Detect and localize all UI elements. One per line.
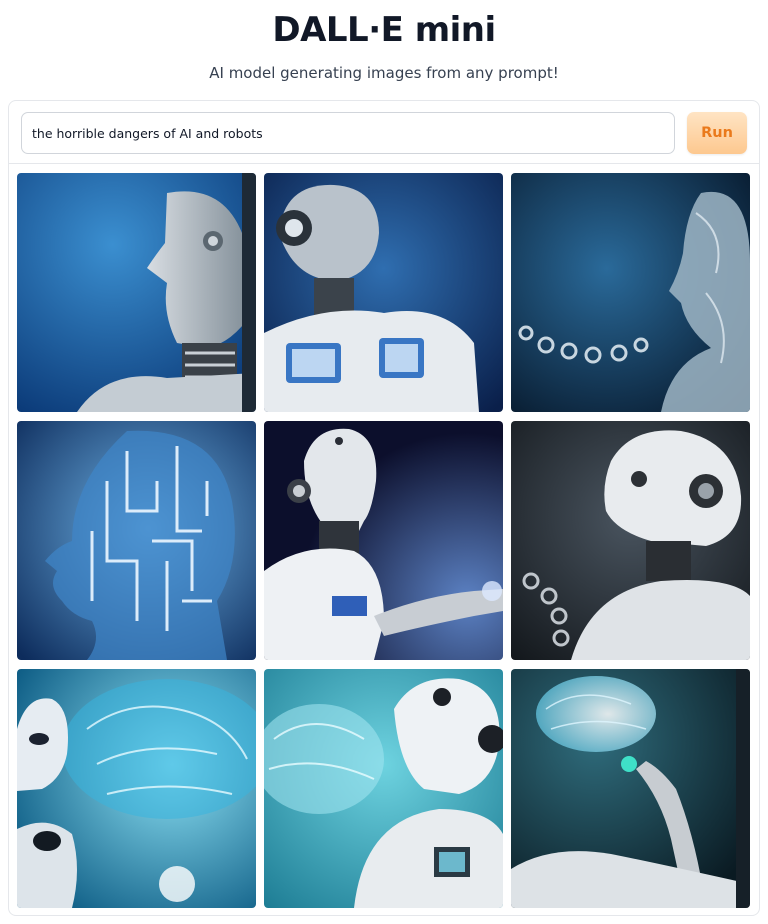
generated-image-9[interactable] bbox=[511, 669, 750, 908]
generated-image-2[interactable] bbox=[264, 173, 503, 412]
app-title: DALL·E mini bbox=[272, 10, 496, 50]
run-button[interactable]: Run bbox=[687, 112, 747, 154]
app-subtitle: AI model generating images from any prom… bbox=[209, 64, 559, 82]
generated-image-1[interactable] bbox=[17, 173, 256, 412]
generated-image-3[interactable] bbox=[511, 173, 750, 412]
prompt-input[interactable] bbox=[21, 112, 675, 154]
generated-image-5[interactable] bbox=[264, 421, 503, 660]
generated-image-6[interactable] bbox=[511, 421, 750, 660]
image-gallery bbox=[17, 173, 751, 908]
generated-image-7[interactable] bbox=[17, 669, 256, 908]
generated-image-8[interactable] bbox=[264, 669, 503, 908]
prompt-bar: Run bbox=[9, 101, 759, 164]
generator-card: Run bbox=[8, 100, 760, 916]
generated-image-4[interactable] bbox=[17, 421, 256, 660]
